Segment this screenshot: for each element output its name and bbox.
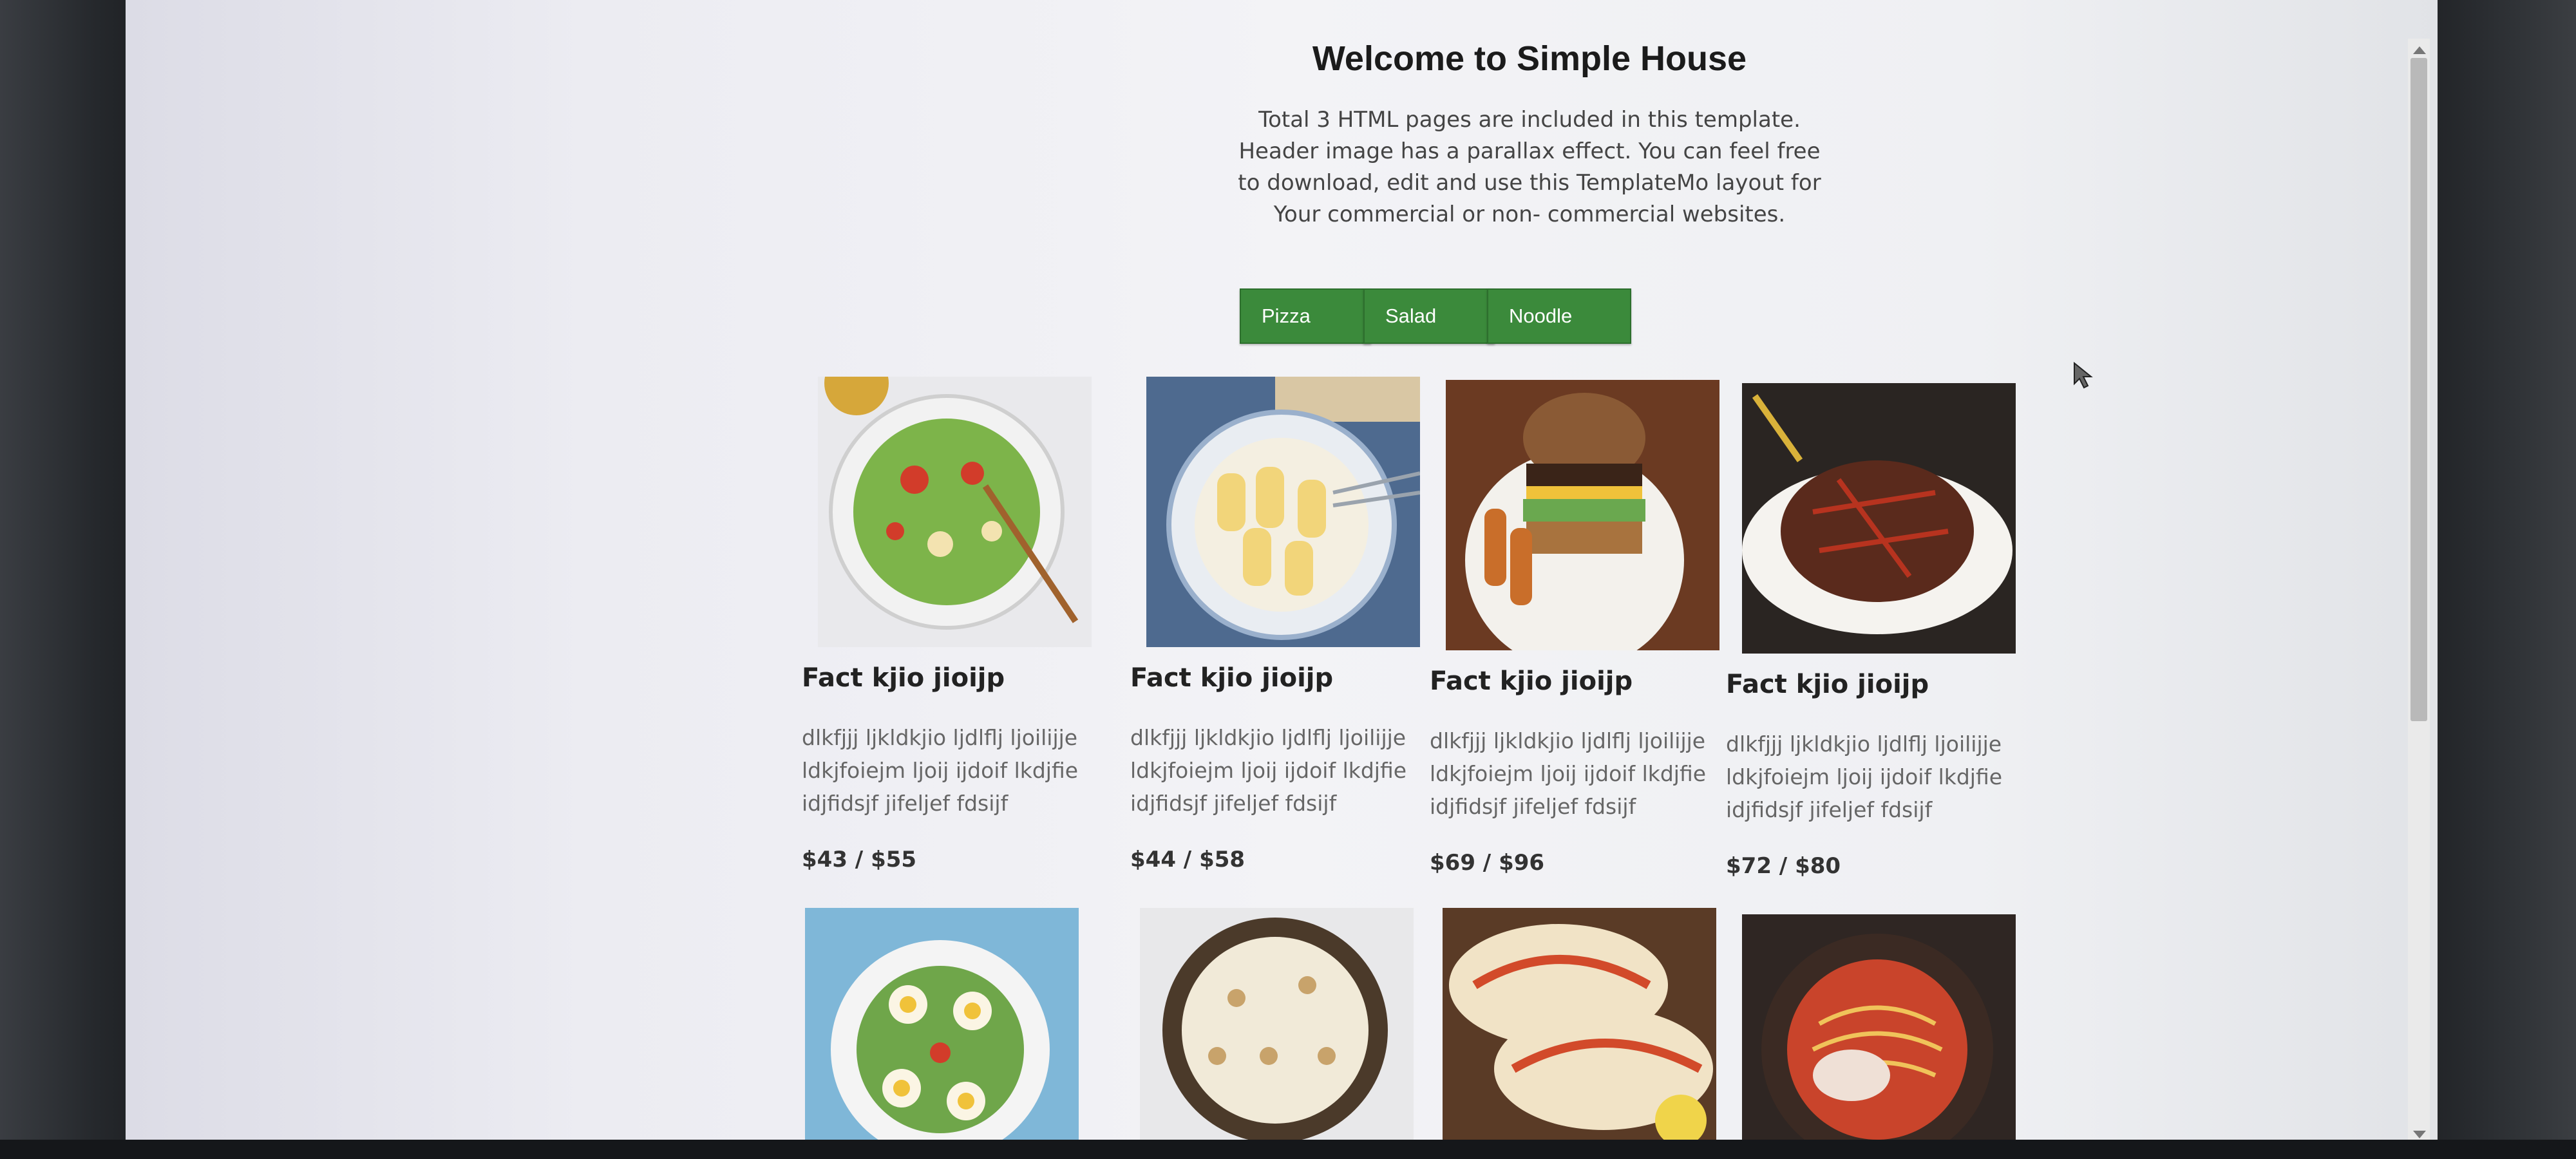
burger-plate-image: [1446, 380, 1719, 650]
tab-pizza[interactable]: Pizza: [1240, 288, 1371, 344]
menu-item-title: Fact kjio jioijp: [1726, 670, 1929, 699]
menu-item-title: Fact kjio jioijp: [1130, 663, 1334, 693]
tab-salad[interactable]: Salad: [1363, 288, 1495, 344]
menu-item-description: dlkfjjj ljkldkjio ljdlflj ljoilijje ldkj…: [1130, 725, 1407, 816]
menu-item-description: dlkfjjj ljkldkjio ljdlflj ljoilijje ldkj…: [1430, 728, 1707, 819]
menu-item-price: $43 / $55: [802, 847, 917, 872]
intro-text: Total 3 HTML pages are included in this …: [1238, 107, 1821, 227]
menu-item-price: $44 / $58: [1130, 847, 1245, 872]
rice-pudding-pan-image: [1140, 908, 1414, 1140]
category-tabs: Pizza Salad Noodle: [1240, 288, 1631, 346]
scroll-up-arrow-icon[interactable]: [2413, 46, 2426, 54]
tab-noodle[interactable]: Noodle: [1487, 288, 1631, 344]
scrollbar-thumb[interactable]: [2410, 58, 2427, 721]
scroll-down-arrow-icon[interactable]: [2413, 1131, 2426, 1138]
welcome-section: Welcome to Simple House Total 3 HTML pag…: [950, 39, 2109, 231]
stir-fry-plate-image: [1742, 383, 2016, 654]
browser-viewport: Welcome to Simple House Total 3 HTML pag…: [126, 0, 2438, 1145]
menu-item-price: $72 / $80: [1726, 853, 1841, 879]
pasta-plate-image: [1146, 377, 1420, 647]
monitor-bezel-bottom: [0, 1140, 2576, 1159]
salad-bowl-image: [818, 377, 1092, 647]
menu-item-description: dlkfjjj ljkldkjio ljdlflj ljoilijje ldkj…: [802, 725, 1079, 816]
menu-item-title: Fact kjio jioijp: [802, 663, 1005, 693]
egg-salad-bowl-image: [805, 908, 1079, 1140]
tacos-plate-image: [1443, 908, 1716, 1140]
page-title: Welcome to Simple House: [1312, 39, 1747, 78]
mouse-cursor-icon: [2070, 361, 2100, 390]
menu-item-title: Fact kjio jioijp: [1430, 666, 1633, 696]
menu-item-description: dlkfjjj ljkldkjio ljdlflj ljoilijje ldkj…: [1726, 731, 2003, 822]
noodle-bowl-image: [1742, 914, 2016, 1145]
menu-item-price: $69 / $96: [1430, 850, 1545, 876]
